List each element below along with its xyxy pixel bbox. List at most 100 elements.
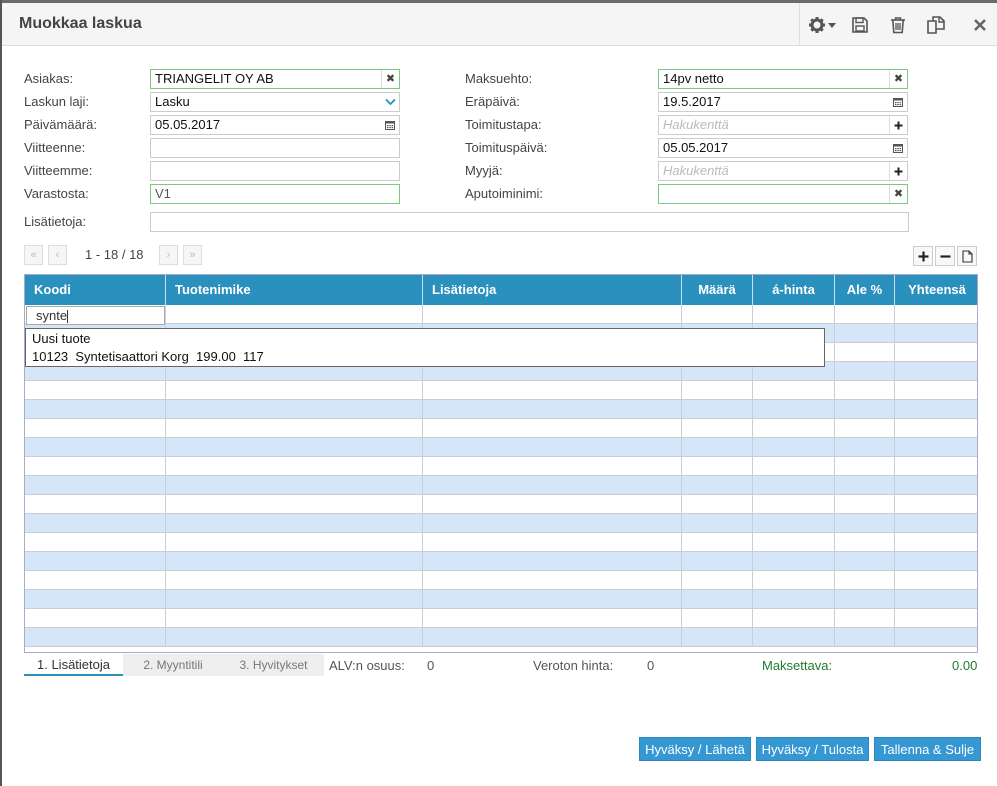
date-field[interactable]: 05.05.2017 (150, 115, 400, 135)
table-cell[interactable] (835, 628, 895, 647)
table-cell[interactable] (423, 495, 682, 514)
table-cell[interactable] (895, 400, 977, 419)
table-cell[interactable] (835, 609, 895, 628)
table-cell[interactable] (895, 571, 977, 590)
table-cell[interactable] (895, 343, 977, 362)
table-cell[interactable] (835, 457, 895, 476)
table-cell[interactable] (25, 400, 166, 419)
table-cell[interactable] (682, 419, 753, 438)
settings-menu-button[interactable] (806, 13, 840, 37)
table-cell[interactable] (835, 400, 895, 419)
table-row[interactable] (25, 457, 977, 476)
table-cell[interactable] (753, 533, 835, 552)
table-cell[interactable] (166, 305, 423, 324)
table-cell[interactable] (682, 305, 753, 324)
table-cell[interactable] (166, 495, 423, 514)
table-cell[interactable] (753, 457, 835, 476)
table-cell[interactable] (835, 343, 895, 362)
table-row[interactable] (25, 400, 977, 419)
prev-page-button[interactable]: ‹ (48, 245, 67, 265)
close-button[interactable] (968, 13, 992, 37)
table-cell[interactable] (25, 514, 166, 533)
calendar-icon[interactable] (381, 116, 399, 134)
table-cell[interactable] (25, 419, 166, 438)
table-cell[interactable] (895, 438, 977, 457)
table-cell[interactable] (166, 457, 423, 476)
table-cell[interactable] (753, 514, 835, 533)
plus-icon[interactable] (889, 116, 907, 134)
table-row[interactable] (25, 628, 977, 647)
table-row[interactable] (25, 590, 977, 609)
save-button[interactable] (848, 13, 872, 37)
next-page-button[interactable]: › (159, 245, 178, 265)
table-cell[interactable] (753, 419, 835, 438)
table-cell[interactable] (682, 628, 753, 647)
col-header-extra[interactable]: Lisätietoja (423, 275, 682, 305)
table-cell[interactable] (895, 533, 977, 552)
seller-field[interactable]: Hakukenttä (658, 161, 908, 181)
table-cell[interactable] (682, 438, 753, 457)
table-cell[interactable] (423, 590, 682, 609)
table-cell[interactable] (423, 400, 682, 419)
table-cell[interactable] (166, 571, 423, 590)
col-header-total[interactable]: Yhteensä (895, 275, 977, 305)
table-cell[interactable] (166, 381, 423, 400)
warehouse-field[interactable]: V1 (150, 184, 400, 204)
table-cell[interactable] (753, 400, 835, 419)
table-cell[interactable] (682, 609, 753, 628)
our-ref-field[interactable] (150, 138, 400, 158)
col-header-unit-price[interactable]: á-hinta (753, 275, 835, 305)
new-document-button[interactable] (957, 246, 977, 266)
table-cell[interactable] (682, 381, 753, 400)
table-cell[interactable] (895, 305, 977, 324)
table-row[interactable] (25, 571, 977, 590)
table-cell[interactable] (423, 571, 682, 590)
table-cell[interactable] (835, 495, 895, 514)
table-cell[interactable] (835, 514, 895, 533)
table-cell[interactable] (25, 495, 166, 514)
due-date-field[interactable]: 19.5.2017 (658, 92, 908, 112)
table-cell[interactable] (25, 457, 166, 476)
table-row[interactable] (25, 419, 977, 438)
delivery-date-field[interactable]: 05.05.2017 (658, 138, 908, 158)
table-cell[interactable] (25, 438, 166, 457)
table-cell[interactable] (166, 533, 423, 552)
table-row[interactable] (25, 476, 977, 495)
table-cell[interactable] (895, 628, 977, 647)
autocomplete-item-new-product[interactable]: Uusi tuote (32, 330, 91, 348)
table-cell[interactable] (753, 495, 835, 514)
table-row[interactable] (25, 495, 977, 514)
table-cell[interactable] (25, 533, 166, 552)
table-cell[interactable] (25, 381, 166, 400)
table-cell[interactable] (895, 590, 977, 609)
autocomplete-item-product[interactable]: 10123 Syntetisaattori Korg 199.00 117 (32, 348, 264, 366)
aux-name-field[interactable]: ✖ (658, 184, 908, 204)
table-row[interactable] (25, 552, 977, 571)
table-cell[interactable] (423, 305, 682, 324)
table-cell[interactable] (753, 381, 835, 400)
table-cell[interactable] (166, 552, 423, 571)
table-cell[interactable] (423, 381, 682, 400)
delete-button[interactable] (886, 13, 910, 37)
table-cell[interactable] (25, 552, 166, 571)
table-cell[interactable] (423, 533, 682, 552)
calendar-icon[interactable] (889, 139, 907, 157)
tab-credits[interactable]: 3. Hyvitykset (223, 654, 324, 676)
table-cell[interactable] (682, 400, 753, 419)
table-row[interactable] (25, 514, 977, 533)
table-cell[interactable] (835, 476, 895, 495)
clear-aux-name-icon[interactable]: ✖ (889, 185, 907, 203)
table-row[interactable] (25, 381, 977, 400)
table-cell[interactable] (25, 628, 166, 647)
table-cell[interactable] (166, 438, 423, 457)
table-row[interactable] (25, 533, 977, 552)
payment-terms-field[interactable]: 14pv netto ✖ (658, 69, 908, 89)
table-cell[interactable] (835, 305, 895, 324)
table-cell[interactable] (895, 476, 977, 495)
extra-info-field[interactable] (150, 212, 909, 232)
calendar-icon[interactable] (889, 93, 907, 111)
add-row-button[interactable] (913, 246, 933, 266)
table-cell[interactable] (423, 476, 682, 495)
table-row[interactable] (25, 305, 977, 324)
col-header-discount[interactable]: Ale % (835, 275, 895, 305)
